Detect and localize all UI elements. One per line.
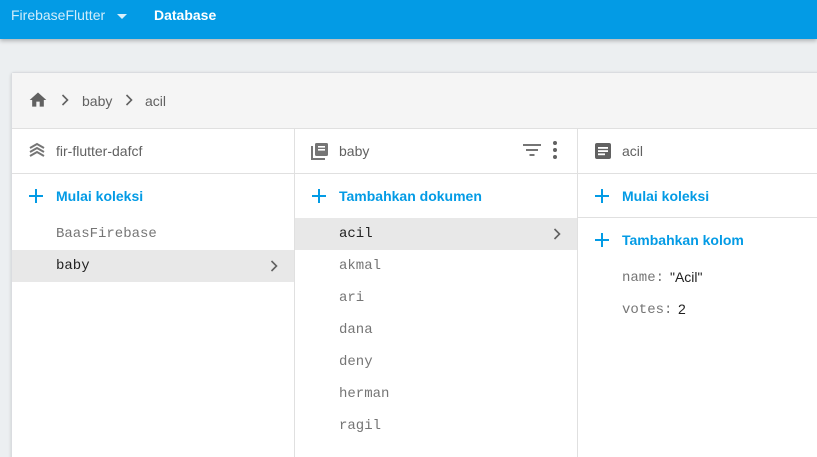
field-value: "Acil" (670, 269, 703, 285)
project-name: FirebaseFlutter (11, 7, 106, 23)
chevron-right-icon (553, 228, 561, 240)
item-label: acil (339, 226, 373, 242)
document-item-herman[interactable]: herman (295, 378, 577, 410)
document-icon (595, 143, 611, 159)
item-label: baby (56, 258, 90, 274)
breadcrumb-item-acil[interactable]: acil (145, 93, 166, 109)
action-label: Mulai koleksi (622, 188, 710, 204)
breadcrumb: baby acil (12, 73, 817, 129)
document-item-akmal[interactable]: akmal (295, 250, 577, 282)
database-layers-icon (29, 142, 45, 157)
panel-title: acil (622, 143, 644, 159)
document-item-ragil[interactable]: ragil (295, 410, 577, 442)
panel-title: fir-flutter-dafcf (56, 143, 143, 159)
field-key: name: (622, 270, 665, 286)
document-item-deny[interactable]: deny (295, 346, 577, 378)
plus-icon (595, 233, 609, 247)
chevron-right-icon (270, 260, 278, 272)
add-document-button[interactable]: Tambahkan dokumen (295, 174, 577, 218)
field-row-name[interactable]: name: "Acil" (578, 262, 817, 294)
action-label: Tambahkan kolom (622, 232, 744, 248)
document-item-acil[interactable]: acil (295, 218, 577, 250)
collection-panel: baby Tambahkan dokumen acil akmal ari da… (295, 129, 578, 457)
item-label: akmal (339, 258, 382, 274)
plus-icon (29, 189, 43, 203)
item-label: herman (339, 386, 390, 402)
start-collection-button[interactable]: Mulai koleksi (12, 174, 294, 218)
document-panel: acil Mulai koleksi Tambahkan kolom name:… (578, 129, 817, 457)
plus-icon (312, 189, 326, 203)
item-label: ragil (339, 418, 382, 434)
document-item-ari[interactable]: ari (295, 282, 577, 314)
plus-icon (595, 189, 609, 203)
home-icon[interactable] (27, 90, 49, 110)
root-panel: fir-flutter-dafcf Mulai koleksi BaasFire… (12, 129, 295, 457)
panel-header: acil (578, 129, 817, 174)
item-label: deny (339, 354, 373, 370)
item-label: ari (339, 290, 365, 306)
breadcrumb-item-baby[interactable]: baby (82, 93, 112, 109)
start-subcollection-button[interactable]: Mulai koleksi (578, 174, 817, 218)
chevron-right-icon (61, 94, 69, 106)
field-row-votes[interactable]: votes: 2 (578, 294, 817, 326)
action-label: Mulai koleksi (56, 188, 144, 204)
field-key: votes: (622, 302, 673, 318)
panel-title: baby (339, 143, 370, 159)
firestore-data-card: baby acil fir-flutter-dafcf Mulai koleks… (11, 72, 817, 457)
more-vert-icon[interactable] (553, 141, 557, 159)
panel-header: fir-flutter-dafcf (12, 129, 294, 174)
dropdown-arrow-icon (117, 13, 128, 19)
filter-icon[interactable] (523, 143, 541, 157)
collection-icon (311, 143, 328, 160)
item-label: dana (339, 322, 373, 338)
top-app-bar: FirebaseFlutter Database (0, 0, 817, 39)
item-label: BaasFirebase (56, 226, 157, 242)
chevron-right-icon (125, 94, 133, 106)
project-selector[interactable]: FirebaseFlutter (11, 7, 128, 23)
field-value: 2 (678, 301, 686, 317)
collection-item-baasfirebase[interactable]: BaasFirebase (12, 218, 294, 250)
action-label: Tambahkan dokumen (339, 188, 482, 204)
panel-header: baby (295, 129, 577, 174)
page-title: Database (154, 7, 217, 23)
document-item-dana[interactable]: dana (295, 314, 577, 346)
add-field-button[interactable]: Tambahkan kolom (578, 218, 817, 262)
collection-item-baby[interactable]: baby (12, 250, 294, 282)
